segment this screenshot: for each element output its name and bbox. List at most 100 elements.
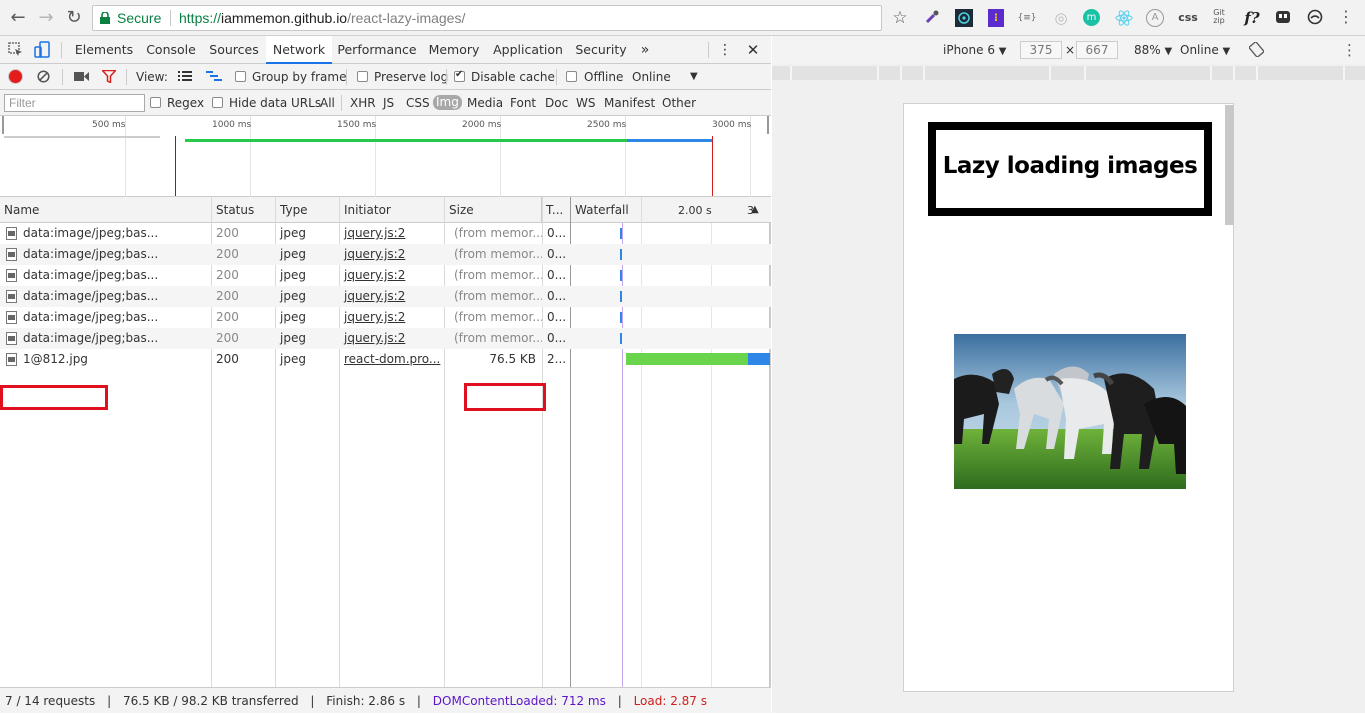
request-initiator[interactable]: jquery.js:2: [340, 244, 443, 265]
tab-performance[interactable]: Performance: [335, 36, 419, 64]
tab-application[interactable]: Application: [490, 36, 566, 64]
network-select[interactable]: Online ▼: [1180, 43, 1230, 59]
rotate-icon[interactable]: [1248, 41, 1265, 58]
request-name[interactable]: data:image/jpeg;bas...: [19, 328, 209, 349]
zoom-select[interactable]: 88% ▼: [1134, 43, 1172, 59]
hide-data-urls-checkbox[interactable]: [212, 97, 223, 108]
inspect-element-icon[interactable]: [8, 42, 24, 58]
filter-type-js[interactable]: JS: [383, 96, 394, 110]
request-name[interactable]: data:image/jpeg;bas...: [19, 307, 209, 328]
column-time[interactable]: T...: [542, 197, 571, 223]
offline-checkbox[interactable]: [566, 71, 577, 82]
tab-security[interactable]: Security: [571, 36, 631, 64]
request-name[interactable]: 1@812.jpg: [19, 349, 209, 370]
a-icon[interactable]: A: [1146, 9, 1164, 27]
column-status[interactable]: Status: [212, 197, 276, 223]
filter-type-manifest[interactable]: Manifest: [604, 96, 655, 110]
filter-type-ws[interactable]: WS: [576, 96, 595, 110]
request-name[interactable]: data:image/jpeg;bas...: [19, 223, 209, 244]
clear-icon[interactable]: [37, 70, 50, 83]
column-size[interactable]: Size: [445, 197, 542, 223]
table-row[interactable]: data:image/jpeg;bas... 200 jpeg jquery.j…: [0, 307, 771, 328]
pocket-icon[interactable]: ⁝: [988, 9, 1004, 27]
disable-cache-checkbox[interactable]: [454, 69, 465, 82]
back-arrow-icon[interactable]: ←: [6, 6, 30, 30]
table-row[interactable]: data:image/jpeg;bas... 200 jpeg jquery.j…: [0, 244, 771, 265]
filter-type-all[interactable]: All: [320, 96, 335, 110]
overview-handle-right[interactable]: [767, 116, 769, 134]
record-icon[interactable]: [9, 70, 22, 83]
overview-icon[interactable]: [206, 70, 222, 82]
forward-arrow-icon[interactable]: →: [34, 6, 58, 30]
request-initiator[interactable]: jquery.js:2: [340, 286, 443, 307]
filter-type-css[interactable]: CSS: [406, 96, 430, 110]
reload-icon[interactable]: ↻: [62, 6, 86, 30]
filter-input[interactable]: [4, 94, 145, 112]
kebab-menu-icon[interactable]: ⋮: [1342, 41, 1357, 59]
chevron-down-icon[interactable]: ▼: [690, 70, 698, 84]
filter-type-xhr[interactable]: XHR: [350, 96, 376, 110]
refresh-circle-icon[interactable]: ◎: [1052, 9, 1070, 27]
request-name[interactable]: data:image/jpeg;bas...: [19, 244, 209, 265]
close-icon[interactable]: ✕: [744, 36, 762, 64]
react-icon[interactable]: [1114, 9, 1134, 27]
fq-icon[interactable]: f?: [1241, 9, 1263, 27]
more-tabs-icon[interactable]: »: [636, 36, 654, 64]
column-initiator[interactable]: Initiator: [340, 197, 445, 223]
device-width-input[interactable]: 375: [1020, 41, 1062, 59]
table-row[interactable]: data:image/jpeg;bas... 200 jpeg jquery.j…: [0, 328, 771, 349]
filter-type-doc[interactable]: Doc: [545, 96, 568, 110]
star-icon[interactable]: ☆: [890, 9, 910, 27]
request-initiator[interactable]: jquery.js:2: [340, 328, 443, 349]
tab-network[interactable]: Network: [266, 36, 332, 64]
menu-icon[interactable]: ⋮: [1338, 9, 1354, 27]
sort-up-icon[interactable]: ▲: [751, 203, 759, 217]
octo-icon[interactable]: [1306, 9, 1324, 27]
address-bar[interactable]: Secure https://iammemon.github.io/react-…: [92, 5, 882, 31]
request-name[interactable]: data:image/jpeg;bas...: [19, 286, 209, 307]
robot-icon[interactable]: [955, 9, 973, 27]
filter-type-media[interactable]: Media: [467, 96, 503, 110]
device-select[interactable]: iPhone 6 ▼: [943, 43, 1007, 59]
filter-type-font[interactable]: Font: [510, 96, 536, 110]
tab-elements[interactable]: Elements: [69, 36, 139, 64]
tab-console[interactable]: Console: [141, 36, 201, 64]
kebab-menu-icon[interactable]: ⋮: [717, 36, 733, 64]
braces-icon[interactable]: {≡}: [1016, 9, 1038, 27]
camera-icon[interactable]: [74, 71, 89, 82]
gitzip-icon[interactable]: Git zip: [1209, 9, 1229, 27]
request-initiator[interactable]: jquery.js:2: [340, 265, 443, 286]
table-row[interactable]: data:image/jpeg;bas... 200 jpeg jquery.j…: [0, 286, 771, 307]
device-toggle-icon[interactable]: [34, 41, 50, 59]
url-text[interactable]: https://iammemon.github.io/react-lazy-im…: [179, 10, 465, 26]
column-type[interactable]: Type: [276, 197, 340, 223]
regex-checkbox[interactable]: [150, 97, 161, 108]
tab-memory[interactable]: Memory: [424, 36, 484, 64]
device-height-input[interactable]: 667: [1076, 41, 1118, 59]
preserve-log-checkbox[interactable]: [357, 71, 368, 82]
tab-sources[interactable]: Sources: [204, 36, 264, 64]
table-row[interactable]: data:image/jpeg;bas... 200 jpeg jquery.j…: [0, 223, 771, 244]
column-waterfall[interactable]: Waterfall: [571, 197, 771, 223]
column-name[interactable]: Name: [0, 197, 212, 223]
request-initiator[interactable]: jquery.js:2: [340, 307, 443, 328]
filter-type-other[interactable]: Other: [662, 96, 696, 110]
network-overview[interactable]: 500 ms 1000 ms 1500 ms 2000 ms 2500 ms 3…: [0, 116, 771, 197]
table-row[interactable]: 1@812.jpg 200 jpeg react-dom.pro... 76.5…: [0, 349, 771, 370]
eyedropper-icon[interactable]: [922, 9, 942, 27]
request-initiator[interactable]: jquery.js:2: [340, 223, 443, 244]
request-initiator[interactable]: react-dom.pro...: [340, 349, 443, 370]
filter-type-img[interactable]: Img: [433, 95, 462, 110]
media-query-ruler[interactable]: [772, 66, 1365, 80]
ghost-icon[interactable]: [1274, 9, 1292, 27]
viewport-scrollbar[interactable]: [1225, 105, 1234, 225]
filter-icon[interactable]: [100, 69, 118, 84]
m-icon[interactable]: m: [1083, 9, 1100, 26]
large-rows-icon[interactable]: [178, 70, 192, 82]
throttle-select[interactable]: Online: [632, 70, 671, 84]
table-row[interactable]: data:image/jpeg;bas... 200 jpeg jquery.j…: [0, 265, 771, 286]
request-name[interactable]: data:image/jpeg;bas...: [19, 265, 209, 286]
group-by-frame-checkbox[interactable]: [235, 71, 246, 82]
overview-handle-left[interactable]: [2, 116, 4, 134]
css-icon[interactable]: css: [1177, 9, 1199, 27]
